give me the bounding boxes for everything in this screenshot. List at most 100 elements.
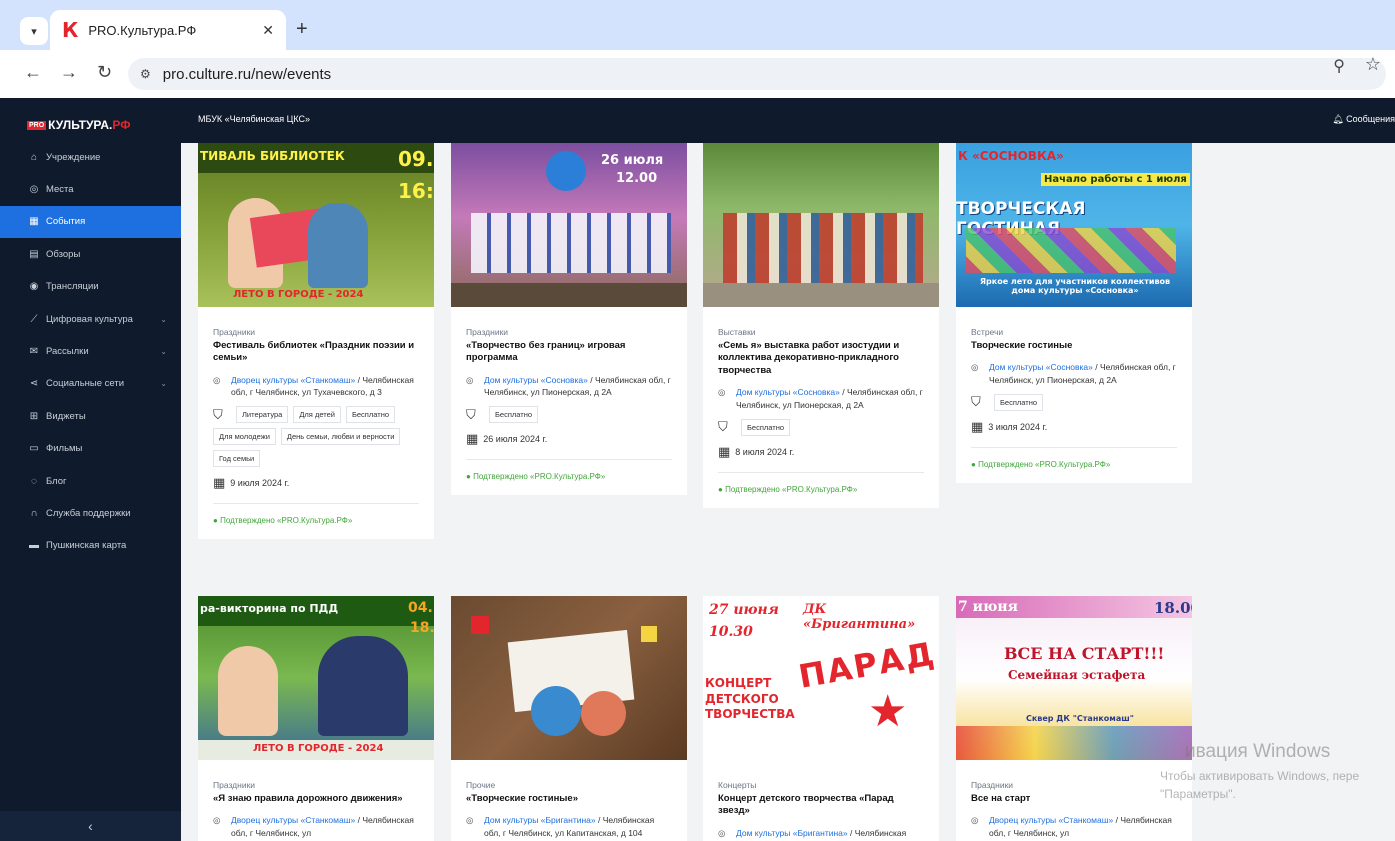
tag[interactable]: Бесплатно — [741, 418, 791, 436]
image-text: 26 июля — [601, 153, 664, 168]
tag[interactable]: Для молодежи — [213, 428, 276, 446]
tag[interactable]: Бесплатно — [994, 393, 1044, 411]
event-image[interactable]: 7 июня 18.00 ВСЕ НА СТАРТ!!! Семейная эс… — [956, 596, 1192, 760]
organization-name[interactable]: МБУК «Челябинская ЦКС» — [198, 114, 310, 124]
venue-link[interactable]: Дом культуры «Бригантина» — [484, 815, 596, 825]
event-category: Праздники — [466, 327, 509, 337]
address-bar[interactable]: ⚙ pro.culture.ru/new/events — [128, 58, 1386, 90]
tag[interactable]: Для детей — [293, 406, 341, 424]
tag-icon: ⛉ — [971, 394, 981, 410]
sidebar-item[interactable]: ▬ Пушкинская карта — [0, 530, 181, 562]
event-title[interactable]: «Я знаю правила дорожного движения» — [213, 793, 419, 805]
site-settings-icon[interactable]: ⚙ — [140, 67, 151, 81]
venue-link[interactable]: Дом культуры «Сосновка» — [484, 375, 588, 385]
zoom-icon[interactable]: ⚲ — [1333, 56, 1345, 76]
sidebar-item[interactable]: ⋖ Социальные сети ⌄ — [0, 368, 181, 400]
event-card[interactable]: Выставки «Семь я» выставка работ изостуд… — [703, 143, 939, 508]
sidebar-item[interactable]: ∩ Служба поддержки — [0, 497, 181, 529]
collapse-sidebar-button[interactable]: ‹ — [0, 811, 181, 841]
event-image[interactable] — [451, 596, 687, 760]
event-title[interactable]: «Творческие гостиные» — [466, 793, 672, 805]
sidebar-item-label: Места — [46, 184, 74, 196]
venue-link[interactable]: Дом культуры «Сосновка» — [989, 362, 1093, 372]
venue-link[interactable]: Дом культуры «Бригантина» — [736, 828, 848, 838]
location-icon: ◎ — [29, 184, 39, 196]
sidebar-item[interactable]: ◉ Трансляции — [0, 271, 181, 303]
sidebar-item-label: Учреждение — [46, 151, 101, 163]
location-pin-icon: ◎ — [213, 374, 221, 385]
event-card[interactable]: ТИВАЛЬ БИБЛИОТЕК 09. 16: ЛЕТО В ГОРОДЕ -… — [198, 143, 434, 540]
event-image[interactable]: 26 июля 12.00 — [451, 143, 687, 307]
event-title[interactable]: Концерт детского творчества «Парад звезд… — [718, 793, 924, 818]
venue-link[interactable]: Дом культуры «Сосновка» — [736, 387, 840, 397]
event-card[interactable]: 27 июня ДК «Бригантина» 10.30 ПАРАД КОНЦ… — [703, 596, 939, 841]
url-text[interactable]: pro.culture.ru/new/events — [163, 66, 331, 83]
event-image[interactable]: 27 июня ДК «Бригантина» 10.30 ПАРАД КОНЦ… — [703, 596, 939, 760]
event-image[interactable]: К «СОСНОВКА» Начало работы с 1 июля ТВОР… — [956, 143, 1192, 307]
event-image[interactable]: ра-викторина по ПДД 04. 18. ЛЕТО В ГОРОД… — [198, 596, 434, 760]
sidebar-item[interactable]: ◌ Блог — [0, 465, 181, 497]
venue-link[interactable]: Дворец культуры «Станкомаш» — [989, 815, 1113, 825]
tab-search-button[interactable]: ▾ — [20, 17, 48, 45]
event-title[interactable]: Все на старт — [971, 793, 1177, 805]
event-address: ◎ Дом культуры «Сосновка» / Челябинская … — [466, 374, 672, 400]
sidebar-item[interactable]: ⌂ Учреждение — [0, 141, 181, 173]
browser-tab[interactable]: К PRO.Культура.РФ ✕ — [50, 10, 286, 50]
event-category: Праздники — [213, 780, 256, 790]
verified-status: ● Подтверждено «PRO.Культура.РФ» — [971, 459, 1111, 469]
event-category: Выставки — [718, 327, 756, 337]
event-card[interactable]: 7 июня 18.00 ВСЕ НА СТАРТ!!! Семейная эс… — [956, 596, 1192, 841]
sidebar-item-label: Рассылки — [46, 346, 89, 358]
event-title[interactable]: Фестиваль библиотек «Праздник поэзии и с… — [213, 340, 419, 365]
event-address: ◎ Дом культуры «Бригантина» / Челябинска… — [466, 814, 672, 840]
tag[interactable]: Год семьи — [213, 450, 261, 468]
sidebar-item[interactable]: ⊞ Виджеты — [0, 400, 181, 432]
event-card[interactable]: 26 июля 12.00 Праздники «Творчество без … — [451, 143, 687, 496]
sidebar-item[interactable]: ◎ Места — [0, 173, 181, 205]
event-title[interactable]: «Семь я» выставка работ изостудии и колл… — [718, 340, 924, 377]
reload-icon[interactable]: ↻ — [97, 62, 112, 83]
back-icon[interactable]: ← — [24, 62, 42, 83]
forward-icon[interactable]: → — [60, 62, 78, 83]
event-card[interactable]: ра-викторина по ПДД 04. 18. ЛЕТО В ГОРОД… — [198, 596, 434, 841]
venue-link[interactable]: Дворец культуры «Станкомаш» — [231, 375, 355, 385]
image-text: ВСЕ НА СТАРТ!!! — [1004, 644, 1165, 663]
divider — [718, 471, 924, 473]
close-tab-icon[interactable]: ✕ — [262, 22, 274, 39]
bookmark-star-icon[interactable]: ☆ — [1365, 54, 1381, 75]
tag[interactable]: День семьи, любви и верности — [280, 428, 401, 446]
site-favicon-icon: К — [62, 18, 79, 42]
image-text: 16: — [398, 179, 434, 203]
sidebar: PRO КУЛЬТУРА. РФ ⌂ Учреждение ◎ Места ▦ Событ… — [0, 98, 181, 841]
event-image[interactable]: ТИВАЛЬ БИБЛИОТЕК 09. 16: ЛЕТО В ГОРОДЕ -… — [198, 143, 434, 307]
tag-icon: ⛉ — [718, 419, 728, 435]
event-title[interactable]: «Творчество без границ» игровая программ… — [466, 340, 672, 365]
messages-link[interactable]: 🔔︎ Сообщения — [1332, 114, 1395, 125]
event-card[interactable]: К «СОСНОВКА» Начало работы с 1 июля ТВОР… — [956, 143, 1192, 483]
image-text: 04. — [408, 600, 433, 616]
tag[interactable]: Бесплатно — [489, 406, 539, 424]
event-tags: ⛉ Бесплатно — [718, 418, 924, 436]
sidebar-item[interactable]: ▦ События — [0, 205, 181, 239]
sidebar-item[interactable]: ▭ Фильмы — [0, 433, 181, 465]
image-text: ДК «Бригантина» — [803, 602, 916, 632]
sidebar-item[interactable]: ▤ Обзоры — [0, 238, 181, 270]
event-card[interactable]: Прочие «Творческие гостиные» ◎ Дом культ… — [451, 596, 687, 841]
tag[interactable]: Бесплатно — [345, 406, 396, 424]
sidebar-item[interactable]: ✉ Рассылки ⌄ — [0, 335, 181, 367]
watermark-line: Чтобы активировать Windows, пере — [1160, 769, 1360, 783]
sidebar-item[interactable]: ⟋ Цифровая культура ⌄ — [0, 303, 181, 335]
new-tab-button[interactable]: + — [296, 18, 308, 41]
events-grid: ТИВАЛЬ БИБЛИОТЕК 09. 16: ЛЕТО В ГОРОДЕ -… — [181, 143, 1395, 841]
site-logo[interactable]: PRO КУЛЬТУРА. РФ — [27, 118, 130, 132]
event-title[interactable]: Творческие гостиные — [971, 340, 1177, 352]
venue-link[interactable]: Дворец культуры «Станкомаш» — [231, 815, 355, 825]
date-text: 26 июля 2024 г. — [483, 434, 548, 445]
film-icon: ▭ — [29, 443, 39, 455]
event-category: Праздники — [213, 327, 256, 337]
image-text: Сквер ДК "Станкомаш" — [1026, 714, 1134, 723]
divider — [971, 446, 1177, 448]
event-image[interactable] — [703, 143, 939, 307]
messages-label: Сообщения — [1346, 114, 1395, 124]
tag[interactable]: Литература — [236, 406, 289, 424]
